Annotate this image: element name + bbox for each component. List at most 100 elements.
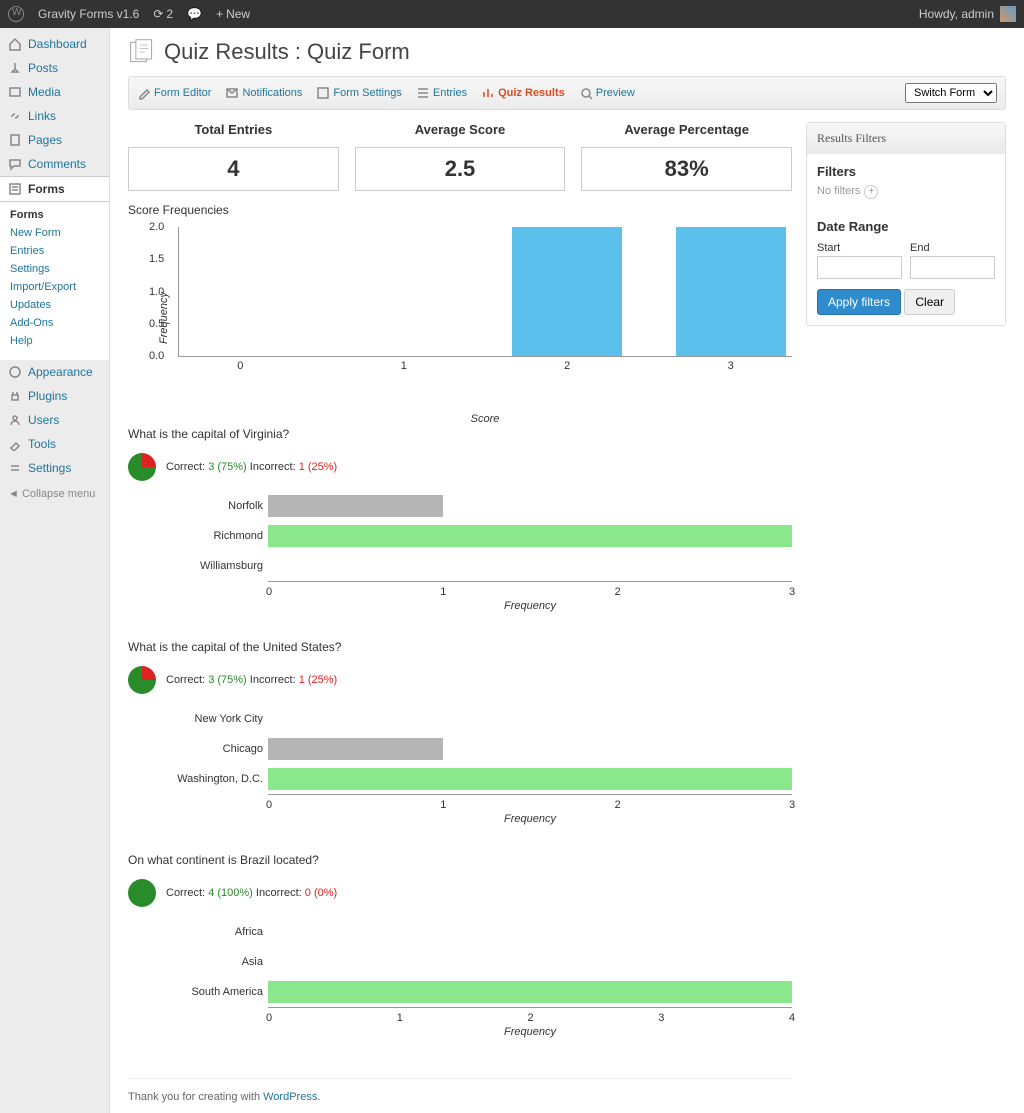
toolbar-form-settings[interactable]: Form Settings (316, 86, 401, 100)
chart-icon (481, 86, 495, 100)
total-entries-label: Total Entries (128, 122, 339, 137)
plugin-icon (8, 389, 22, 403)
sidebar-item-users[interactable]: Users (0, 408, 109, 432)
users-icon (8, 413, 22, 427)
filters-label: Filters (817, 164, 995, 179)
avatar[interactable] (1000, 6, 1016, 22)
sidebar-sub-settings[interactable]: Settings (0, 260, 109, 278)
sidebar-item-dashboard[interactable]: Dashboard (0, 32, 109, 56)
edit-icon (137, 86, 151, 100)
end-label: End (910, 242, 930, 254)
settings-icon (8, 461, 22, 475)
link-icon (8, 109, 22, 123)
wordpress-icon (8, 6, 24, 22)
toolbar-entries[interactable]: Entries (416, 86, 467, 100)
plus-icon: + (216, 7, 223, 21)
page-icon (8, 133, 22, 147)
sidebar-item-plugins[interactable]: Plugins (0, 384, 109, 408)
home-icon (8, 37, 22, 51)
wp-logo-link[interactable] (8, 6, 24, 22)
toolbar-quiz-results[interactable]: Quiz Results (481, 86, 565, 100)
comment-icon: 💬 (187, 7, 202, 21)
avg-score-value: 2.5 (355, 147, 566, 191)
sidebar-sub-updates[interactable]: Updates (0, 296, 109, 314)
new-link[interactable]: + New (216, 7, 250, 21)
collapse-menu[interactable]: ◄ Collapse menu (0, 480, 109, 508)
score-frequencies-chart: Frequency 0.00.51.01.52.00123 Score (178, 227, 792, 397)
no-filters-text: No filters+ (817, 185, 995, 199)
sidebar-item-links[interactable]: Links (0, 104, 109, 128)
footer-wordpress-link[interactable]: WordPress (263, 1091, 317, 1103)
sidebar-item-settings[interactable]: Settings (0, 456, 109, 480)
page-title: Quiz Results : Quiz Form (164, 39, 410, 65)
filters-header: Results Filters (807, 123, 1005, 154)
add-filter-button[interactable]: + (864, 185, 878, 199)
comment-icon (8, 157, 22, 171)
sidebar-item-forms[interactable]: Forms (0, 176, 109, 202)
toolbar-notifications[interactable]: Notifications (225, 86, 302, 100)
question-0: What is the capital of Virginia? Correct:… (128, 427, 792, 612)
entries-icon (416, 86, 430, 100)
score-chart-title: Score Frequencies (128, 203, 792, 217)
site-link[interactable]: Gravity Forms v1.6 (38, 7, 139, 21)
footer: Thank you for creating with WordPress. (128, 1078, 792, 1103)
score-chart-xlabel: Score (471, 413, 500, 425)
settings-icon (316, 86, 330, 100)
appearance-icon (8, 365, 22, 379)
preview-icon (579, 86, 593, 100)
end-date-input[interactable] (910, 256, 995, 279)
pie-icon (128, 879, 156, 907)
sidebar-sub-entries[interactable]: Entries (0, 242, 109, 260)
question-stats: Correct: 4 (100%) Incorrect: 0 (0%) (166, 887, 337, 899)
question-2: On what continent is Brazil located? Corr… (128, 853, 792, 1038)
refresh-icon: ⟳ (153, 7, 163, 21)
pie-icon (128, 666, 156, 694)
pie-icon (128, 453, 156, 481)
apply-filters-button[interactable]: Apply filters (817, 289, 901, 315)
sidebar-item-posts[interactable]: Posts (0, 56, 109, 80)
question-title: What is the capital of the United States… (128, 640, 792, 654)
switch-form-select[interactable]: Switch Form (905, 83, 997, 103)
updates-link[interactable]: ⟳ 2 (153, 7, 173, 21)
sidebar-sub-import[interactable]: Import/Export (0, 278, 109, 296)
avg-pct-value: 83% (581, 147, 792, 191)
question-1: What is the capital of the United States… (128, 640, 792, 825)
start-date-input[interactable] (817, 256, 902, 279)
howdy-link[interactable]: Howdy, admin (919, 7, 994, 21)
total-entries-value: 4 (128, 147, 339, 191)
answer-chart: AfricaAsiaSouth America01234Frequency (268, 917, 792, 1038)
sidebar-item-tools[interactable]: Tools (0, 432, 109, 456)
tools-icon (8, 437, 22, 451)
sidebar-sub-forms[interactable]: Forms (0, 206, 109, 224)
date-range-label: Date Range (817, 219, 995, 234)
admin-bar: Gravity Forms v1.6 ⟳ 2 💬 + New Howdy, ad… (0, 0, 1024, 28)
question-stats: Correct: 3 (75%) Incorrect: 1 (25%) (166, 674, 337, 686)
pin-icon (8, 61, 22, 75)
start-label: Start (817, 242, 840, 254)
toolbar-form-editor[interactable]: Form Editor (137, 86, 211, 100)
avg-pct-label: Average Percentage (581, 122, 792, 137)
sidebar-sub-addons[interactable]: Add-Ons (0, 314, 109, 332)
question-title: On what continent is Brazil located? (128, 853, 792, 867)
results-filters-panel: Results Filters Filters No filters+ Date… (806, 122, 1006, 326)
sidebar-item-pages[interactable]: Pages (0, 128, 109, 152)
sidebar-sub-help[interactable]: Help (0, 332, 109, 350)
admin-sidebar: Dashboard Posts Media Links Pages Commen… (0, 28, 110, 1113)
page-icon (128, 38, 156, 66)
sidebar-item-media[interactable]: Media (0, 80, 109, 104)
clear-filters-button[interactable]: Clear (904, 289, 955, 315)
sidebar-sub-newform[interactable]: New Form (0, 224, 109, 242)
question-title: What is the capital of Virginia? (128, 427, 792, 441)
form-toolbar: Form Editor Notifications Form Settings … (128, 76, 1006, 110)
question-stats: Correct: 3 (75%) Incorrect: 1 (25%) (166, 461, 337, 473)
media-icon (8, 85, 22, 99)
toolbar-preview[interactable]: Preview (579, 86, 635, 100)
answer-chart: NorfolkRichmondWilliamsburg0123Frequency (268, 491, 792, 612)
sidebar-submenu-forms: Forms New Form Entries Settings Import/E… (0, 202, 109, 360)
sidebar-item-comments[interactable]: Comments (0, 152, 109, 176)
mail-icon (225, 86, 239, 100)
comments-link[interactable]: 💬 (187, 7, 202, 21)
forms-icon (8, 182, 22, 196)
sidebar-item-appearance[interactable]: Appearance (0, 360, 109, 384)
answer-chart: New York CityChicagoWashington, D.C.0123… (268, 704, 792, 825)
